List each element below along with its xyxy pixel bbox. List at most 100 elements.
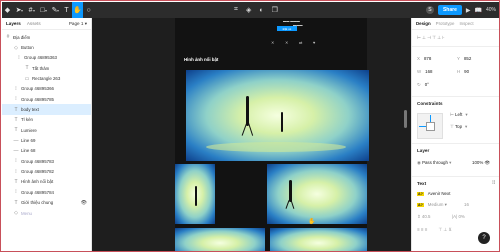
left-constraint-bar[interactable] bbox=[419, 126, 426, 127]
hand-tool-icon[interactable]: ✋ bbox=[72, 2, 84, 18]
h-label: H bbox=[457, 69, 461, 74]
text-align-row[interactable]: ≡ ≡ ≡ ⊤ ⊥ ⊻ bbox=[417, 227, 452, 233]
person-silhouette bbox=[289, 180, 292, 202]
layer-label: Tỉ kèn bbox=[21, 117, 33, 123]
layer-row[interactable]: ◇ Button bbox=[2, 42, 91, 52]
align-left-icon[interactable]: ≡ bbox=[417, 227, 420, 232]
font-family-value: Avenir Next bbox=[427, 191, 451, 196]
font-weight-select[interactable]: A? Medium ▾ bbox=[417, 202, 447, 208]
text-style-icon[interactable]: ⁞⁞ bbox=[492, 180, 495, 186]
opacity-field[interactable]: 100% 👁 bbox=[472, 160, 490, 166]
constraint-vertical-select[interactable]: ⊤ Top ▾ bbox=[450, 124, 467, 130]
layer-row-selected[interactable]: Tbody text bbox=[2, 104, 91, 115]
chevron-down-icon[interactable]: ▾ bbox=[57, 8, 59, 13]
avatar[interactable]: S bbox=[425, 6, 434, 14]
book-ticket-button[interactable]: Đặt vé bbox=[277, 26, 297, 31]
featured-image-bottom-right[interactable] bbox=[270, 228, 367, 251]
x-field[interactable]: X 878 bbox=[417, 56, 431, 61]
layer-row[interactable]: ⁞ Group 46895785 bbox=[2, 94, 91, 104]
chevron-down-icon[interactable]: ▾ bbox=[21, 8, 23, 13]
fill-contrast-icon[interactable]: ◐ bbox=[259, 7, 263, 14]
present-icon[interactable]: ▶ bbox=[466, 7, 471, 14]
ticket-card: ▬▬ ▬▬▬ ▬▬▬ Đặt vé ✕ ✕ ⇄ ♥ bbox=[201, 18, 351, 55]
vertical-align-icon[interactable]: ⊤ ⊥ ⊻ bbox=[438, 227, 451, 232]
close-icon[interactable]: ✕ bbox=[285, 40, 288, 45]
tab-design[interactable]: Design bbox=[416, 21, 431, 26]
h-field[interactable]: H 90 bbox=[457, 69, 469, 74]
layer-row[interactable]: ▭ Rectangle 263 bbox=[2, 73, 91, 83]
design-canvas[interactable]: ▬▬ ▬▬▬ ▬▬▬ Đặt vé ✕ ✕ ⇄ ♥ Hình ảnh nổi b… bbox=[92, 18, 411, 251]
layer-title: Layer bbox=[417, 148, 430, 153]
missing-font-badge: A? bbox=[417, 192, 424, 196]
visibility-eye-icon[interactable]: 👁 bbox=[81, 200, 87, 206]
align-icons[interactable]: ⊢ ⊥ ⊣ ⊤ ⊥ ⊦ bbox=[417, 35, 445, 41]
layer-row[interactable]: ⁞ Group 46895366 bbox=[2, 84, 91, 94]
layer-row[interactable]: # Địa điểm bbox=[2, 32, 91, 42]
featured-image-medium[interactable] bbox=[267, 164, 367, 224]
chevron-down-icon[interactable]: ▾ bbox=[45, 8, 47, 13]
link-icon[interactable]: ⇄ bbox=[299, 40, 302, 45]
help-button[interactable]: ? bbox=[478, 232, 490, 244]
letter-spacing-field[interactable]: |A| 0% bbox=[452, 214, 465, 219]
layer-row[interactable]: ⁞ Group 46895782 bbox=[2, 166, 91, 176]
constraint-horizontal-select[interactable]: ⊢ Left ▾ bbox=[450, 112, 468, 118]
layer-list: # Địa điểm ◇ Button ⁞ Group 46895363 T Tất t… bbox=[2, 30, 91, 218]
line-height-field[interactable]: ⇕ 40.5 bbox=[417, 214, 430, 220]
library-icon[interactable]: 📖 bbox=[475, 7, 482, 14]
layer-row[interactable]: — Line 69 bbox=[2, 135, 91, 145]
share-button[interactable]: Share bbox=[437, 5, 462, 15]
constraint-v-value: Top bbox=[454, 124, 463, 129]
align-right-icon[interactable]: ≡ bbox=[425, 227, 428, 232]
layer-row[interactable]: T Giới thiệu chung 👁 bbox=[2, 198, 91, 208]
page-selector[interactable]: Page 1 ▾ bbox=[69, 21, 87, 27]
share-icon[interactable]: ✕ bbox=[271, 40, 274, 45]
section-heading: Hình ảnh nổi bật bbox=[184, 57, 219, 62]
rotation-field[interactable]: ↻ 0° bbox=[417, 82, 429, 88]
tab-assets[interactable]: Assets bbox=[27, 21, 41, 26]
boolean-icon[interactable]: ❐ bbox=[272, 6, 278, 14]
layer-label: Rectangle 263 bbox=[32, 76, 61, 82]
layer-row[interactable]: — Line 68 bbox=[2, 146, 91, 156]
eye-icon[interactable]: 👁 bbox=[484, 160, 490, 165]
layer-row[interactable]: ⁞ Group 46895783 bbox=[2, 156, 91, 166]
layer-row[interactable]: T Hình ảnh nổi bật bbox=[2, 177, 91, 187]
component-icon[interactable]: ⌗ bbox=[234, 6, 238, 14]
zoom-dropdown[interactable]: 40% bbox=[486, 7, 496, 13]
layer-row[interactable]: T Lumiere bbox=[2, 125, 91, 135]
font-size-field[interactable]: 16 bbox=[464, 202, 469, 207]
layer-row[interactable]: T Tất thảm bbox=[2, 63, 91, 73]
constraint-widget[interactable] bbox=[417, 113, 443, 139]
tab-inspect[interactable]: Inspect bbox=[459, 21, 473, 26]
featured-image-small[interactable] bbox=[175, 164, 215, 224]
comment-tool-icon[interactable]: ○ bbox=[83, 2, 94, 18]
chevron-down-icon: ▾ bbox=[465, 124, 468, 129]
blend-mode-select[interactable]: ◉ Pass through ▾ bbox=[417, 160, 451, 166]
featured-image-bottom-left[interactable] bbox=[175, 228, 265, 251]
featured-image-large[interactable] bbox=[186, 70, 369, 161]
align-center-icon[interactable]: ≡ bbox=[421, 227, 424, 232]
tab-layers[interactable]: Layers bbox=[6, 21, 21, 26]
w-field[interactable]: W 168 bbox=[417, 69, 432, 74]
tab-prototype[interactable]: Prototype bbox=[436, 21, 455, 26]
group-icon: ⁞ bbox=[15, 168, 17, 175]
person-leg bbox=[290, 200, 295, 209]
heart-icon[interactable]: ♥ bbox=[313, 40, 315, 45]
layer-row[interactable]: ⁞ Group 46895784 bbox=[2, 187, 91, 197]
figma-menu-icon[interactable]: ◆ bbox=[2, 2, 13, 18]
layer-row[interactable]: ⁞ Group 46895363 bbox=[2, 53, 91, 63]
artboard[interactable]: ▬▬ ▬▬▬ ▬▬▬ Đặt vé ✕ ✕ ⇄ ♥ Hình ảnh nổi b… bbox=[175, 18, 369, 251]
top-constraint-bar[interactable] bbox=[430, 115, 431, 122]
hand-cursor-icon: ✋ bbox=[308, 219, 316, 225]
rotation-value: 0° bbox=[424, 82, 429, 87]
chevron-down-icon[interactable]: ▾ bbox=[33, 8, 35, 13]
vertical-scrollbar[interactable] bbox=[404, 110, 407, 128]
person-leg bbox=[285, 200, 290, 209]
y-field[interactable]: Y 852 bbox=[457, 56, 471, 61]
layer-row[interactable]: ◇ Menu bbox=[2, 208, 91, 218]
letter-spacing-value: 0% bbox=[458, 214, 465, 219]
font-family-select[interactable]: A? Avenir Next bbox=[417, 191, 450, 196]
text-tool-icon[interactable]: T bbox=[61, 2, 72, 18]
mask-icon[interactable]: ◈ bbox=[246, 6, 251, 14]
layer-row[interactable]: T Tỉ kèn bbox=[2, 115, 91, 125]
alignment-row: ⊢ ⊥ ⊣ ⊤ ⊥ ⊦ bbox=[412, 30, 499, 47]
